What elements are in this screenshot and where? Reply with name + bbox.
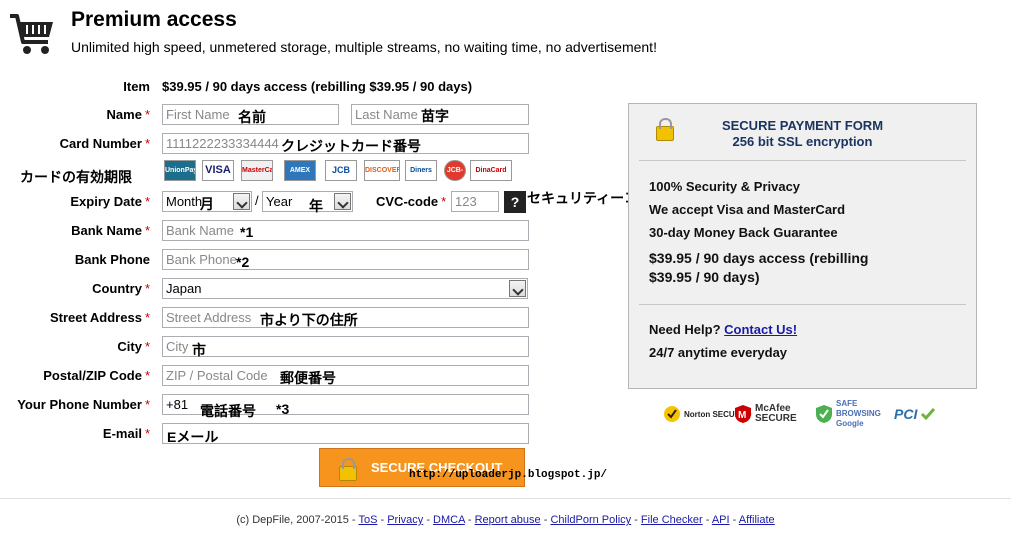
expiry-separator: /	[255, 193, 259, 208]
card-number-label: Card Number *	[59, 136, 150, 151]
panel-help: Need Help? Contact Us!	[649, 322, 798, 337]
footer-link-tos[interactable]: ToS	[358, 514, 377, 526]
panel-title: SECURE PAYMENT FORM	[721, 118, 884, 133]
name-label: Name *	[106, 107, 150, 122]
bank-phone-note: *2	[236, 254, 250, 270]
city-input[interactable]: City	[162, 336, 529, 357]
diners-logo: Diners Club	[405, 160, 437, 181]
mcafee-shield-icon: M	[735, 405, 751, 423]
phone-note-2: *3	[276, 401, 290, 417]
cvc-help-icon[interactable]: ?	[504, 191, 526, 213]
country-select[interactable]: Japan	[162, 278, 528, 299]
dinacard-logo: DinaCard	[470, 160, 512, 181]
street-note: 市より下の住所	[260, 312, 358, 328]
secure-checkout-button[interactable]: SECURE CHECKOUT	[319, 448, 525, 487]
footer-link-childporn-policy[interactable]: ChildPorn Policy	[550, 514, 631, 526]
month-note: 月	[200, 196, 214, 212]
panel-divider	[639, 304, 966, 305]
visa-logo: VISA	[202, 160, 234, 181]
footer-link-api[interactable]: API	[712, 514, 730, 526]
bank-name-label: Bank Name *	[71, 223, 150, 238]
google-safe-badge: SAFE BROWSING Google	[815, 399, 896, 428]
panel-price-line-2: $39.95 / 90 days)	[649, 269, 760, 285]
city-label: City *	[117, 339, 150, 354]
chevron-down-icon	[233, 193, 250, 210]
zip-input[interactable]: ZIP / Postal Code	[162, 365, 529, 386]
country-label: Country *	[92, 281, 150, 296]
lock-icon	[339, 458, 357, 481]
chevron-down-icon	[334, 193, 351, 210]
google-shield-icon	[816, 405, 832, 423]
page-title: Premium access	[71, 8, 237, 31]
watermark-text: http://uploaderjp.blogspot.jp/	[409, 469, 608, 481]
footer-link-file-checker[interactable]: File Checker	[641, 514, 703, 526]
street-label: Street Address *	[49, 310, 150, 325]
zip-note: 郵便番号	[280, 370, 336, 386]
bank-name-input[interactable]: Bank Name	[162, 220, 529, 241]
panel-point-guarantee: 30-day Money Back Guarantee	[649, 225, 838, 240]
footer-link-report-abuse[interactable]: Report abuse	[475, 514, 541, 526]
cvc-label: CVC-code *	[376, 194, 447, 209]
bank-phone-label: Bank Phone	[74, 252, 150, 267]
amex-logo: AMEX	[284, 160, 316, 181]
last-name-note: 苗字	[421, 108, 449, 124]
contact-us-link[interactable]: Contact Us!	[724, 322, 797, 337]
email-note: Eメール	[167, 429, 219, 445]
footer-link-dmca[interactable]: DMCA	[433, 514, 465, 526]
zip-label: Postal/ZIP Code *	[43, 368, 150, 383]
svg-text:M: M	[738, 410, 746, 421]
jcb-red-logo: JCB-red	[444, 160, 466, 181]
card-expiry-note: カードの有効期限	[20, 169, 132, 185]
item-value: $39.95 / 90 days access (rebilling $39.9…	[162, 79, 473, 94]
norton-check-icon	[664, 406, 680, 422]
expiry-label: Expiry Date *	[70, 194, 150, 209]
bank-name-note: *1	[240, 224, 254, 240]
jcb-logo: JCB	[325, 160, 357, 181]
bank-phone-input[interactable]: Bank Phone	[162, 249, 529, 270]
first-name-note: 名前	[238, 109, 266, 125]
email-label: E-mail *	[102, 426, 150, 441]
cart-icon	[8, 12, 56, 56]
footer-link-affiliate[interactable]: Affiliate	[739, 514, 775, 526]
phone-note: 電話番号	[200, 403, 256, 419]
panel-hours: 24/7 anytime everyday	[649, 345, 788, 360]
item-label: Item	[123, 79, 150, 94]
pci-check-icon	[921, 408, 936, 421]
footer: (c) DepFile, 2007-2015 - ToS - Privacy -…	[236, 514, 775, 526]
unionpay-logo: UnionPay	[164, 160, 196, 181]
cvc-input[interactable]: 123	[451, 191, 499, 212]
panel-divider	[639, 160, 966, 161]
footer-divider	[0, 498, 1011, 499]
chevron-down-icon	[509, 280, 526, 297]
expiry-year-select[interactable]: Year	[262, 191, 353, 212]
year-note: 年	[309, 198, 323, 214]
copyright: (c) DepFile, 2007-2015 -	[236, 514, 356, 526]
panel-subtitle: 256 bit SSL encryption	[732, 134, 873, 149]
phone-label: Your Phone Number *	[17, 397, 150, 412]
panel-point-security: 100% Security & Privacy	[649, 179, 801, 194]
pci-badge: PCI	[894, 400, 936, 428]
panel-point-cards: We accept Visa and MasterCard	[649, 202, 846, 217]
mastercard-logo: MasterCard	[241, 160, 273, 181]
footer-link-privacy[interactable]: Privacy	[387, 514, 423, 526]
secure-payment-panel: SECURE PAYMENT FORM 256 bit SSL encrypti…	[628, 103, 977, 389]
city-note: 市	[192, 342, 206, 358]
page-subtitle: Unlimited high speed, unmetered storage,…	[71, 39, 657, 55]
discover-logo: DISCOVER	[364, 160, 400, 181]
panel-price-line-1: $39.95 / 90 days access (rebilling	[649, 250, 869, 266]
mcafee-badge: M McAfee SECURE	[734, 400, 803, 428]
card-number-note: クレジットカード番号	[281, 138, 421, 154]
